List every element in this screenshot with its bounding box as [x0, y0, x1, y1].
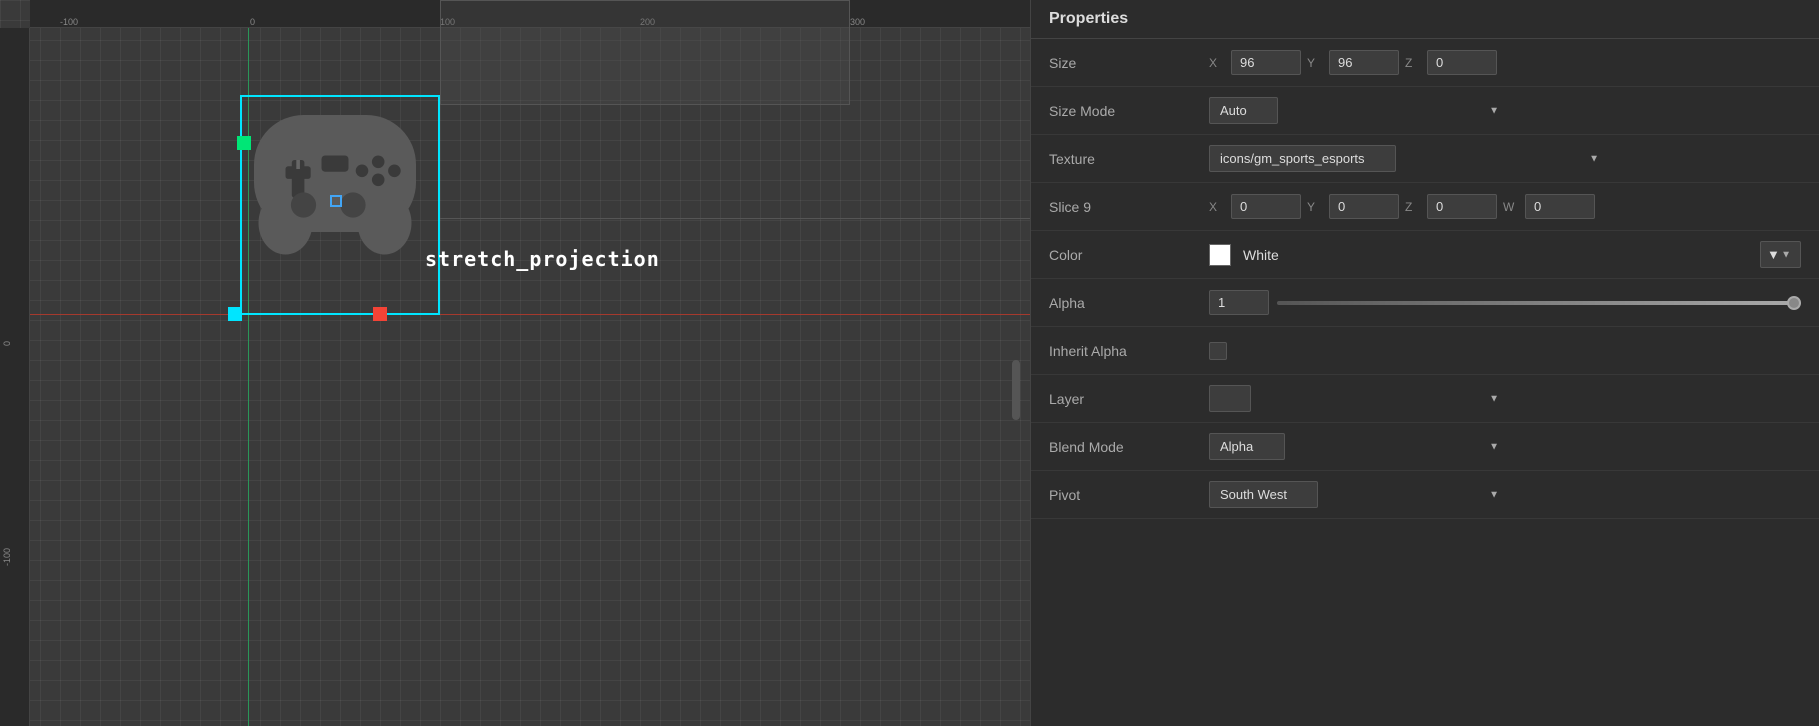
size-mode-value: Auto	[1209, 97, 1801, 124]
size-mode-label: Size Mode	[1049, 103, 1209, 119]
size-row: Size X Y Z	[1031, 39, 1819, 87]
ruler-tick: 300	[850, 17, 865, 27]
layer-select[interactable]	[1209, 385, 1251, 412]
handle-red[interactable]	[373, 307, 387, 321]
size-mode-select-wrapper: Auto	[1209, 97, 1509, 124]
slice9-row: Slice 9 X Y Z W	[1031, 183, 1819, 231]
inherit-alpha-value	[1209, 342, 1801, 360]
size-label: Size	[1049, 55, 1209, 71]
ruler-tick-v: 0	[2, 341, 12, 346]
blend-mode-value: Alpha	[1209, 433, 1801, 460]
size-x-label: X	[1209, 56, 1225, 70]
pivot-select[interactable]: South West Center North South East West …	[1209, 481, 1318, 508]
color-row: Color White ▼	[1031, 231, 1819, 279]
texture-select-wrapper: icons/gm_sports_esports	[1209, 145, 1609, 172]
handle-blue-small	[330, 195, 342, 207]
pivot-value: South West Center North South East West …	[1209, 481, 1801, 508]
handle-cyan[interactable]	[228, 307, 242, 321]
blend-mode-select[interactable]: Alpha	[1209, 433, 1285, 460]
slice9-w-label: W	[1503, 200, 1519, 214]
label-stretch-projection: stretch_projection	[425, 247, 660, 271]
size-z-label: Z	[1405, 56, 1421, 70]
canvas-area[interactable]: -100 0 100 200 300 -100 0	[0, 0, 1030, 726]
handle-green[interactable]	[237, 136, 251, 150]
size-y-input[interactable]	[1329, 50, 1399, 75]
alpha-input[interactable]	[1209, 290, 1269, 315]
layer-value	[1209, 385, 1801, 412]
inherit-alpha-row: Inherit Alpha	[1031, 327, 1819, 375]
color-dropdown[interactable]: ▼	[1760, 241, 1801, 268]
color-value: White ▼	[1209, 241, 1801, 268]
pivot-label: Pivot	[1049, 487, 1209, 503]
slice9-x-input[interactable]	[1231, 194, 1301, 219]
slice9-y-input[interactable]	[1329, 194, 1399, 219]
controller-icon	[245, 105, 425, 270]
axis-horizontal	[30, 314, 1030, 315]
pivot-row: Pivot South West Center North South East…	[1031, 471, 1819, 519]
properties-panel: Properties Size X Y Z Size Mode Auto Tex…	[1030, 0, 1819, 726]
slice9-y-label: Y	[1307, 200, 1323, 214]
alpha-label: Alpha	[1049, 295, 1209, 311]
h-bar	[440, 218, 1030, 219]
size-mode-select[interactable]: Auto	[1209, 97, 1278, 124]
slice9-z-label: Z	[1405, 200, 1421, 214]
size-z-input[interactable]	[1427, 50, 1497, 75]
scrollbar-vertical[interactable]	[1012, 360, 1020, 420]
blend-mode-select-wrapper: Alpha	[1209, 433, 1509, 460]
inherit-alpha-label: Inherit Alpha	[1049, 343, 1209, 359]
color-label: Color	[1049, 247, 1209, 263]
alpha-thumb[interactable]	[1787, 296, 1801, 310]
size-value: X Y Z	[1209, 50, 1801, 75]
texture-select[interactable]: icons/gm_sports_esports	[1209, 145, 1396, 172]
ruler-tick: 0	[250, 17, 255, 27]
size-mode-row: Size Mode Auto	[1031, 87, 1819, 135]
ruler-left: -100 0	[0, 28, 30, 726]
slice9-value: X Y Z W	[1209, 194, 1801, 219]
size-y-label: Y	[1307, 56, 1323, 70]
panel-title: Properties	[1031, 0, 1819, 39]
color-dropdown-wrapper: ▼	[1760, 241, 1801, 268]
alpha-value	[1209, 290, 1801, 315]
gray-box	[440, 0, 850, 105]
size-x-input[interactable]	[1231, 50, 1301, 75]
texture-value: icons/gm_sports_esports	[1209, 145, 1801, 172]
texture-label: Texture	[1049, 151, 1209, 167]
texture-row: Texture icons/gm_sports_esports	[1031, 135, 1819, 183]
blend-mode-row: Blend Mode Alpha	[1031, 423, 1819, 471]
ruler-tick: -100	[60, 17, 78, 27]
slice9-label: Slice 9	[1049, 199, 1209, 215]
slice9-z-input[interactable]	[1427, 194, 1497, 219]
pivot-select-wrapper: South West Center North South East West …	[1209, 481, 1509, 508]
alpha-track[interactable]	[1277, 301, 1801, 305]
color-name: White	[1243, 247, 1279, 263]
layer-select-wrapper	[1209, 385, 1509, 412]
layer-label: Layer	[1049, 391, 1209, 407]
color-swatch[interactable]	[1209, 244, 1231, 266]
layer-row: Layer	[1031, 375, 1819, 423]
slice9-x-label: X	[1209, 200, 1225, 214]
alpha-row: Alpha	[1031, 279, 1819, 327]
inherit-alpha-checkbox[interactable]	[1209, 342, 1227, 360]
blend-mode-label: Blend Mode	[1049, 439, 1209, 455]
ruler-tick-v: -100	[2, 548, 12, 566]
slice9-w-input[interactable]	[1525, 194, 1595, 219]
